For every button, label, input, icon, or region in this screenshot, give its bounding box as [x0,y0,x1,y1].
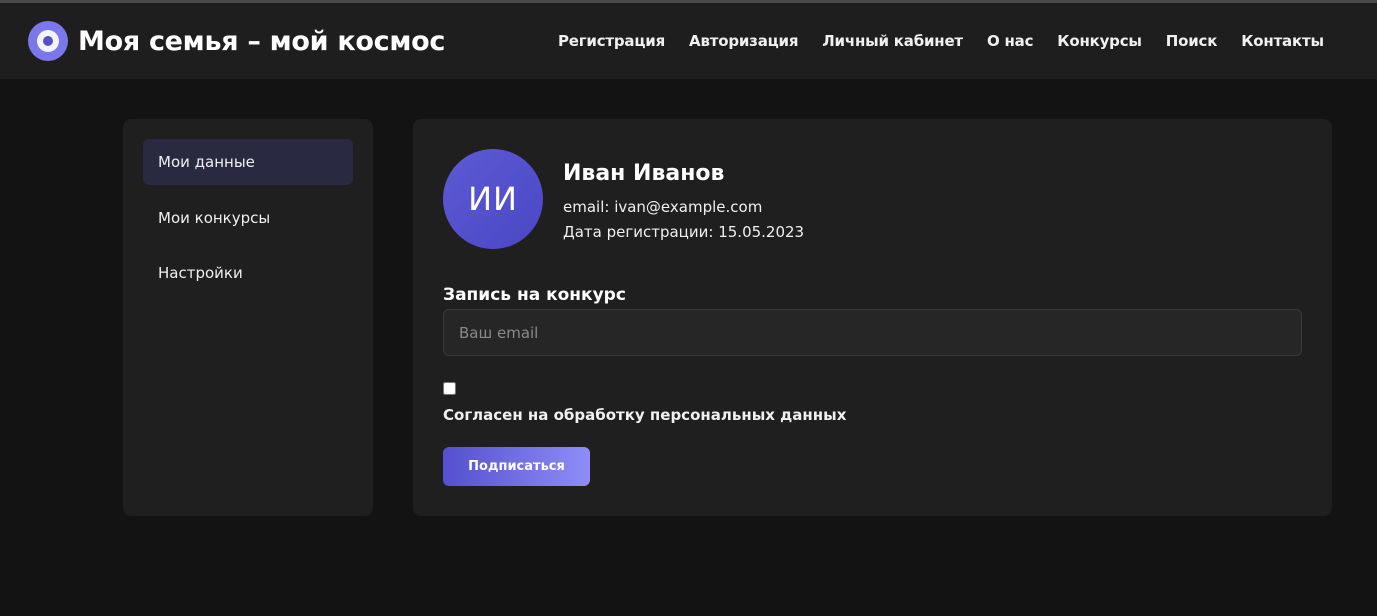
email-input[interactable] [443,309,1302,356]
contest-signup-title: Запись на конкурс [443,285,626,305]
site-logo[interactable]: Моя семья – мой космос [28,21,445,61]
consent-label: Согласен на обработку персональных данны… [443,406,847,424]
nav-link-contests[interactable]: Конкурсы [1057,32,1142,50]
subscribe-button[interactable]: Подписаться [443,447,590,486]
consent-checkbox[interactable] [443,382,456,395]
sidebar-item-my-contests[interactable]: Мои конкурсы [143,195,353,241]
nav-link-about[interactable]: О нас [987,32,1034,50]
sidebar-item-settings[interactable]: Настройки [143,250,353,296]
user-name: Иван Иванов [563,161,725,186]
avatar: ИИ [443,149,543,249]
main-nav: Регистрация Авторизация Личный кабинет О… [558,32,1348,50]
nav-link-contacts[interactable]: Контакты [1241,32,1324,50]
nav-link-registration[interactable]: Регистрация [558,32,665,50]
planet-logo-icon [28,21,68,61]
registration-date: Дата регистрации: 15.05.2023 [563,223,805,241]
site-header: Моя семья – мой космос Регистрация Автор… [0,3,1377,79]
nav-link-login[interactable]: Авторизация [689,32,798,50]
profile-panel: ИИ Иван Иванов email: ivan@example.com Д… [413,119,1332,516]
site-title: Моя семья – мой космос [78,25,446,57]
nav-link-search[interactable]: Поиск [1166,32,1218,50]
user-email: email: ivan@example.com [563,198,763,216]
nav-link-account[interactable]: Личный кабинет [822,32,963,50]
account-sidebar: Мои данные Мои конкурсы Настройки [123,119,373,516]
sidebar-item-my-data[interactable]: Мои данные [143,139,353,185]
